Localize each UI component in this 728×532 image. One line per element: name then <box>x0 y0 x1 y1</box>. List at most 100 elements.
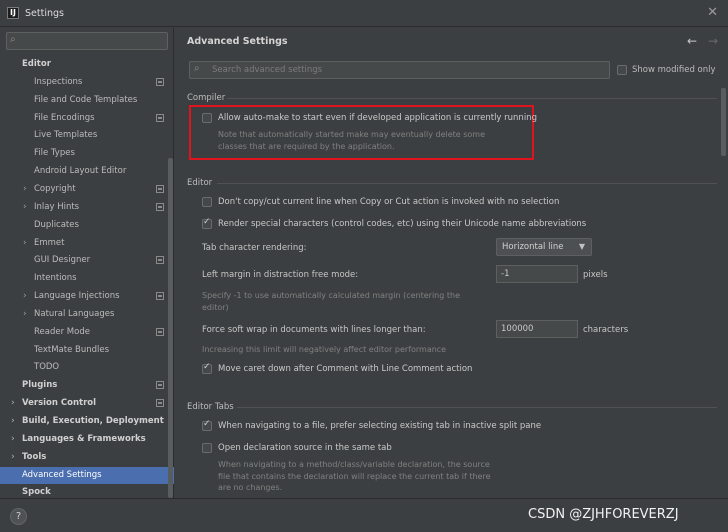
sidebar-item-label: File Encodings <box>34 112 95 123</box>
sidebar-item[interactable]: Duplicates <box>0 217 174 234</box>
sidebar-item-label: File and Code Templates <box>34 94 138 105</box>
chevron-right-icon[interactable]: › <box>23 199 27 216</box>
project-scope-icon <box>156 327 164 336</box>
open-declaration-option[interactable]: Open declaration source in the same tab <box>202 443 392 453</box>
dont-copy-checkbox[interactable] <box>202 197 212 207</box>
main-scrollbar[interactable] <box>721 88 726 156</box>
forward-arrow-icon[interactable]: → <box>708 34 718 48</box>
soft-wrap-input[interactable]: 100000 <box>496 320 578 338</box>
sidebar-item[interactable]: File Types <box>0 145 174 162</box>
window-title: Settings <box>25 7 64 19</box>
tab-rendering-dropdown[interactable]: Horizontal line ▼ <box>496 238 592 256</box>
sidebar-item[interactable]: Live Templates <box>0 127 174 144</box>
show-modified-only-checkbox[interactable]: Show modified only <box>617 65 716 75</box>
left-margin-input[interactable]: -1 <box>496 265 578 283</box>
move-caret-checkbox[interactable] <box>202 362 212 374</box>
sidebar-item[interactable]: Plugins <box>0 377 174 394</box>
chevron-right-icon[interactable]: › <box>11 395 15 412</box>
tab-rendering-label: Tab character rendering: <box>202 243 307 253</box>
project-scope-icon <box>156 292 164 301</box>
sidebar-item[interactable]: Intentions <box>0 270 174 287</box>
sidebar-item[interactable]: TextMate Bundles <box>0 342 174 359</box>
sidebar-item[interactable]: File and Code Templates <box>0 92 174 109</box>
sidebar-item[interactable]: › Languages & Frameworks <box>0 431 174 448</box>
sidebar-item[interactable]: › Tools <box>0 449 174 466</box>
chevron-right-icon[interactable]: › <box>23 306 27 323</box>
show-modified-only-label: Show modified only <box>632 65 716 75</box>
project-scope-icon <box>156 113 164 122</box>
open-declaration-checkbox[interactable] <box>202 443 212 453</box>
sidebar-item-label: Editor <box>22 59 51 69</box>
sidebar-item[interactable]: › Build, Execution, Deployment <box>0 413 174 430</box>
left-margin-unit: pixels <box>583 270 608 280</box>
sidebar-item[interactable]: › Inlay Hints <box>0 199 174 216</box>
sidebar-item[interactable]: File Encodings <box>0 110 174 127</box>
section-divider <box>227 98 717 99</box>
sidebar-item[interactable]: › Language Injections <box>0 288 174 305</box>
dialog-footer: ? CSDN @ZJHFOREVERZJ <box>0 498 728 532</box>
note-line: Note that automatically started make may… <box>218 130 486 139</box>
chevron-right-icon[interactable]: › <box>23 288 27 305</box>
sidebar-item-label: Android Layout Editor <box>34 166 127 177</box>
note-line: Specify -1 to use automatically calculat… <box>202 291 460 300</box>
chevron-right-icon[interactable]: › <box>11 431 15 448</box>
note-line: When navigating to a method/class/variab… <box>218 460 490 469</box>
chevron-right-icon[interactable]: › <box>11 449 15 466</box>
sidebar-scrollbar[interactable] <box>168 158 173 498</box>
note-line: classes that are required by the applica… <box>218 141 395 151</box>
search-placeholder: Search advanced settings <box>212 65 323 75</box>
sidebar-item[interactable]: Editor <box>0 56 174 73</box>
prefer-existing-tab-option[interactable]: When navigating to a file, prefer select… <box>202 419 541 431</box>
sidebar-item-label: Copyright <box>34 183 76 194</box>
sidebar-item[interactable]: GUI Designer <box>0 252 174 269</box>
prefer-existing-tab-checkbox[interactable] <box>202 419 212 431</box>
checkbox-box[interactable] <box>617 65 627 75</box>
note-line: file that contains the declaration will … <box>218 471 491 481</box>
back-arrow-icon[interactable]: ← <box>687 34 697 48</box>
sidebar-item[interactable]: TODO <box>0 359 174 376</box>
soft-wrap-unit: characters <box>583 325 629 335</box>
sidebar-item[interactable]: › Natural Languages <box>0 306 174 323</box>
sidebar-item[interactable]: Reader Mode <box>0 324 174 341</box>
note-line: are no changes. <box>218 483 283 492</box>
chevron-right-icon[interactable]: › <box>23 235 27 252</box>
chevron-right-icon[interactable]: › <box>23 181 27 198</box>
sidebar-item-label: Version Control <box>22 398 97 409</box>
sidebar-item[interactable]: › Copyright <box>0 181 174 198</box>
sidebar-search-input[interactable]: ⌕ <box>6 32 168 50</box>
project-scope-icon <box>156 202 164 211</box>
sidebar-item-label: Live Templates <box>34 130 98 141</box>
dont-copy-option[interactable]: Don't copy/cut current line when Copy or… <box>202 197 559 207</box>
advanced-settings-search-input[interactable]: ⌕ Search advanced settings <box>189 61 610 79</box>
project-scope-icon <box>156 399 164 408</box>
render-special-label: Render special characters (control codes… <box>218 219 587 229</box>
sidebar-item[interactable]: Android Layout Editor <box>0 163 174 180</box>
auto-make-label: Allow auto-make to start even if develop… <box>218 113 537 123</box>
left-margin-label: Left margin in distraction free mode: <box>202 270 359 280</box>
open-declaration-note: When navigating to a method/class/variab… <box>218 459 491 494</box>
search-icon: ⌕ <box>10 34 16 45</box>
sidebar-item-label: Advanced Settings <box>22 469 102 480</box>
render-special-checkbox[interactable] <box>202 217 212 229</box>
project-scope-icon <box>156 77 164 86</box>
render-special-option[interactable]: Render special characters (control codes… <box>202 217 587 229</box>
sidebar-item-label: Duplicates <box>34 219 79 230</box>
sidebar-item[interactable]: Inspections <box>0 74 174 91</box>
auto-make-checkbox[interactable] <box>202 113 212 123</box>
project-scope-icon <box>156 256 164 265</box>
section-editor-tabs-heading: Editor Tabs <box>187 402 234 412</box>
dont-copy-label: Don't copy/cut current line when Copy or… <box>218 197 560 207</box>
sidebar-item[interactable]: › Version Control <box>0 395 174 412</box>
auto-make-option[interactable]: Allow auto-make to start even if develop… <box>202 113 537 123</box>
project-scope-icon <box>156 184 164 193</box>
note-line: editor) <box>202 302 229 312</box>
chevron-right-icon[interactable]: › <box>11 413 15 430</box>
sidebar-item[interactable]: › Emmet <box>0 235 174 252</box>
sidebar-item-label: File Types <box>34 148 75 159</box>
sidebar-item[interactable]: Advanced Settings <box>0 466 174 484</box>
close-icon[interactable]: ✕ <box>707 5 718 20</box>
tab-rendering-value: Horizontal line <box>502 242 564 252</box>
help-button[interactable]: ? <box>10 508 27 525</box>
section-divider <box>217 183 717 184</box>
move-caret-option[interactable]: Move caret down after Comment with Line … <box>202 362 472 374</box>
